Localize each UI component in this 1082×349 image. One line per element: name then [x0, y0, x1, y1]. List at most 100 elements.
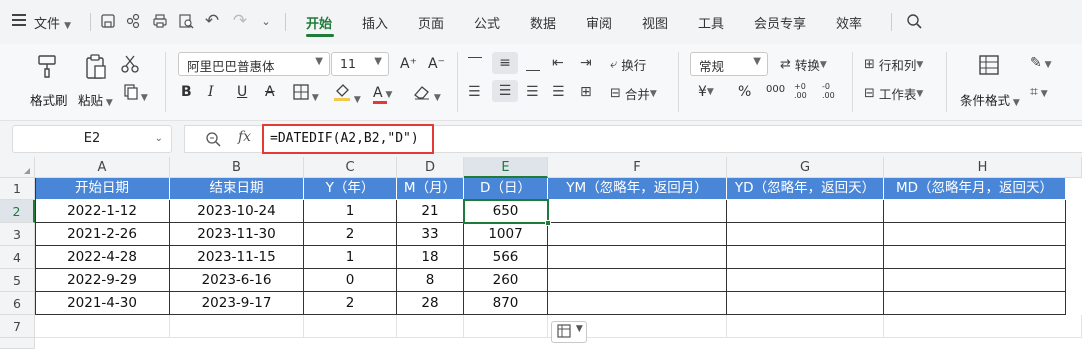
- table-cell[interactable]: 2023-9-17: [170, 292, 304, 315]
- header-cell[interactable]: 结束日期: [170, 178, 304, 200]
- table-cell[interactable]: [727, 246, 884, 269]
- header-cell[interactable]: D（日）: [464, 178, 548, 200]
- table-cell[interactable]: 2021-2-26: [35, 223, 170, 246]
- table-cell[interactable]: [548, 292, 727, 315]
- empty-cell[interactable]: [35, 315, 170, 338]
- print-preview-icon[interactable]: [176, 11, 196, 31]
- empty-cell[interactable]: [884, 315, 1082, 338]
- table-cell[interactable]: [548, 269, 727, 292]
- table-cell[interactable]: 18: [397, 246, 464, 269]
- column-header-g[interactable]: G: [727, 157, 884, 178]
- conditional-format-button[interactable]: 条件格式 ▼: [956, 52, 1026, 112]
- table-cell[interactable]: 2023-11-15: [170, 246, 304, 269]
- align-middle-icon[interactable]: ≡: [492, 52, 518, 74]
- worksheet-button[interactable]: ⊟ 工作表 ▼: [864, 84, 923, 103]
- row-header-3[interactable]: 3: [0, 223, 35, 246]
- name-box[interactable]: E2 ⌄: [12, 125, 172, 153]
- table-cell[interactable]: 1007: [464, 223, 548, 246]
- column-header-b[interactable]: B: [170, 157, 304, 178]
- tab-page[interactable]: 页面: [418, 13, 444, 32]
- column-header-h[interactable]: H: [884, 157, 1082, 178]
- bold-button[interactable]: B: [181, 84, 192, 100]
- wrap-text-button[interactable]: ⤶ 换行: [610, 55, 646, 74]
- table-cell[interactable]: [884, 292, 1066, 315]
- table-cell[interactable]: 2021-4-30: [35, 292, 170, 315]
- indent-increase-icon[interactable]: ⇥: [580, 55, 592, 71]
- decrease-decimal-button[interactable]: -0 .00: [822, 82, 840, 100]
- redo-icon[interactable]: ↷: [230, 11, 250, 31]
- table-cell[interactable]: [727, 292, 884, 315]
- table-cell[interactable]: 21: [397, 200, 464, 223]
- save-icon[interactable]: [98, 11, 118, 31]
- tab-data[interactable]: 数据: [530, 13, 556, 32]
- file-menu[interactable]: 文件 ▼: [34, 13, 71, 32]
- row-header-6[interactable]: 6: [0, 292, 35, 315]
- table-cell[interactable]: 2: [304, 223, 397, 246]
- table-cell[interactable]: 2023-10-24: [170, 200, 304, 223]
- table-cell[interactable]: 2022-9-29: [35, 269, 170, 292]
- hamburger-icon[interactable]: [12, 14, 26, 26]
- format-painter-button[interactable]: 格式刷: [26, 52, 70, 112]
- thousands-separator-button[interactable]: 000: [766, 84, 785, 95]
- chevron-down-icon[interactable]: ⌄: [256, 11, 276, 31]
- table-cell[interactable]: 8: [397, 269, 464, 292]
- header-cell[interactable]: 开始日期: [35, 178, 170, 200]
- table-cell[interactable]: [884, 269, 1066, 292]
- italic-button[interactable]: I: [208, 84, 214, 100]
- selected-cell-outline[interactable]: [463, 199, 549, 224]
- table-cell[interactable]: 1: [304, 200, 397, 223]
- fx-icon[interactable]: fx: [238, 129, 251, 145]
- header-cell[interactable]: YD（忽略年，返回天）: [727, 178, 884, 200]
- strikethrough-button[interactable]: A: [265, 84, 275, 100]
- empty-cell[interactable]: [727, 315, 884, 338]
- row-header-7[interactable]: 7: [0, 315, 35, 338]
- font-name-select[interactable]: 阿里巴巴普惠体 ▼: [178, 52, 330, 76]
- align-right-icon[interactable]: ☰: [526, 84, 539, 100]
- print-icon[interactable]: [150, 11, 170, 31]
- quick-analysis-button[interactable]: ▼: [551, 321, 587, 343]
- font-size-select[interactable]: 11 ▼: [331, 52, 389, 76]
- table-cell[interactable]: [727, 223, 884, 246]
- number-format-select[interactable]: 常规 ▼: [690, 52, 768, 76]
- borders-icon[interactable]: ▼: [293, 84, 319, 104]
- table-cell[interactable]: 2022-4-28: [35, 246, 170, 269]
- table-cell[interactable]: 2022-1-12: [35, 200, 170, 223]
- crop-icon[interactable]: ⌗ ▼: [1030, 84, 1048, 100]
- align-bottom-icon[interactable]: ⎽: [526, 56, 540, 72]
- cell-style-icon[interactable]: ✎ ▼: [1030, 55, 1052, 71]
- table-cell[interactable]: [548, 200, 727, 223]
- row-header-8[interactable]: [0, 338, 35, 349]
- eraser-icon[interactable]: ▼: [413, 84, 441, 104]
- tab-member[interactable]: 会员专享: [754, 13, 806, 32]
- align-center-icon[interactable]: ☰: [492, 80, 518, 102]
- table-cell[interactable]: 566: [464, 246, 548, 269]
- share-icon[interactable]: [123, 11, 143, 31]
- column-header-d[interactable]: D: [397, 157, 464, 178]
- empty-cell[interactable]: [170, 315, 304, 338]
- justify-icon[interactable]: ☰: [552, 84, 565, 100]
- table-cell[interactable]: [548, 246, 727, 269]
- indent-decrease-icon[interactable]: ⇤: [552, 55, 564, 71]
- paste-button[interactable]: 粘贴 ▼: [78, 52, 122, 112]
- tab-insert[interactable]: 插入: [362, 13, 388, 32]
- table-cell[interactable]: 2023-11-30: [170, 223, 304, 246]
- fill-handle[interactable]: [545, 220, 551, 226]
- header-cell[interactable]: MD（忽略年月，返回天）: [884, 178, 1066, 200]
- column-header-f[interactable]: F: [548, 157, 727, 178]
- align-left-icon[interactable]: ☰: [468, 84, 481, 100]
- undo-icon[interactable]: ↶: [202, 11, 222, 31]
- fill-color-icon[interactable]: ▼: [333, 82, 361, 106]
- align-top-icon[interactable]: ⎺: [468, 56, 482, 72]
- table-cell[interactable]: 28: [397, 292, 464, 315]
- table-cell[interactable]: [884, 200, 1066, 223]
- table-cell[interactable]: 260: [464, 269, 548, 292]
- header-cell[interactable]: M（月）: [397, 178, 464, 200]
- search-icon[interactable]: [904, 11, 924, 31]
- column-header-a[interactable]: A: [35, 157, 170, 178]
- increase-font-icon[interactable]: A⁺: [400, 56, 417, 72]
- row-header-5[interactable]: 5: [0, 269, 35, 292]
- table-cell[interactable]: [884, 246, 1066, 269]
- rows-cols-button[interactable]: ⊞ 行和列 ▼: [864, 55, 923, 74]
- font-color-icon[interactable]: A ▼: [373, 82, 401, 104]
- table-cell[interactable]: 2: [304, 292, 397, 315]
